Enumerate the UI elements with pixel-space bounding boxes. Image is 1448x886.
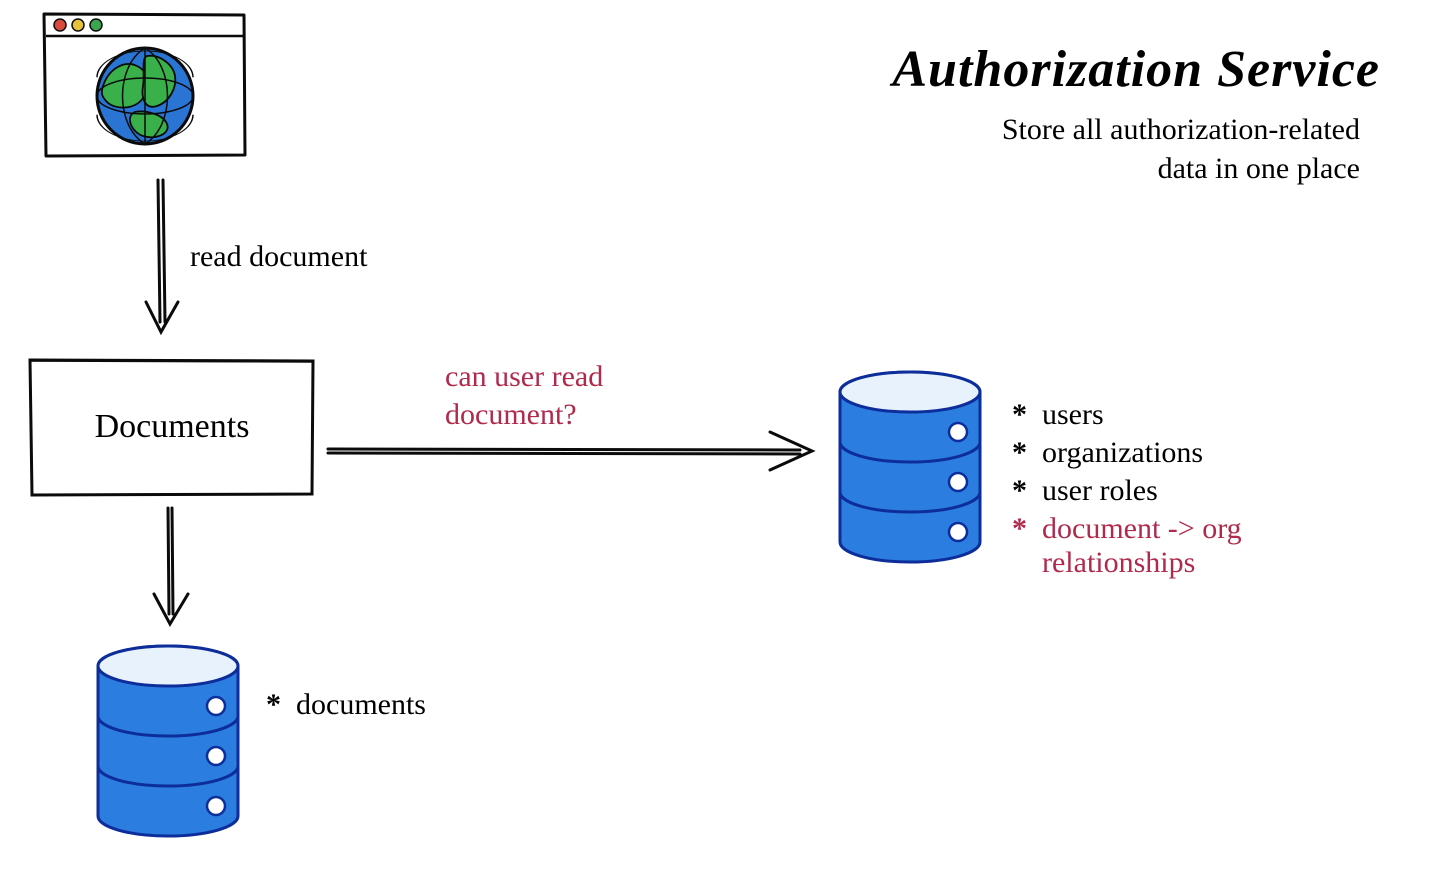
bullet-user-roles-text: user roles [1042, 474, 1158, 508]
arrow-browser-to-docs [146, 180, 178, 332]
bullet-organizations: * organizations [1012, 436, 1392, 470]
local-db-bullets: * documents [266, 688, 426, 726]
diagram-stage: Authorization Service Store all authoriz… [0, 0, 1448, 886]
bullet-doc-org: * document -> org relationships [1012, 512, 1392, 580]
bullet-doc-org-text: document -> org relationships [1042, 512, 1242, 580]
bullet-doc-org-line2: relationships [1042, 546, 1195, 579]
authz-db-icon [840, 372, 980, 562]
asterisk-icon: * [266, 688, 286, 722]
documents-box-label: Documents [32, 408, 312, 446]
asterisk-icon: * [1012, 436, 1032, 470]
local-db-icon [98, 646, 238, 836]
subtitle-line-1: Store all authorization-related [1002, 113, 1360, 146]
authz-db-bullets: * users * organizations * user roles * d… [1012, 398, 1392, 584]
diagram-title: Authorization Service [620, 40, 1380, 99]
arrow-docs-to-localdb [154, 508, 188, 624]
bullet-users: * users [1012, 398, 1392, 432]
asterisk-icon: * [1012, 512, 1032, 546]
bullet-user-roles: * user roles [1012, 474, 1392, 508]
label-can-read-line2: document? [445, 398, 577, 433]
diagram-subtitle: Store all authorization-related data in … [720, 110, 1360, 188]
browser-icon [44, 14, 245, 156]
bullet-documents: * documents [266, 688, 426, 722]
arrow-docs-to-authz [328, 432, 812, 470]
label-read-document: read document [190, 240, 367, 275]
bullet-doc-org-line1: document -> org [1042, 512, 1242, 545]
subtitle-line-2: data in one place [1158, 152, 1360, 185]
asterisk-icon: * [1012, 398, 1032, 432]
bullet-users-text: users [1042, 398, 1104, 432]
asterisk-icon: * [1012, 474, 1032, 508]
label-can-read-line1: can user read [445, 360, 603, 395]
bullet-organizations-text: organizations [1042, 436, 1203, 470]
bullet-documents-text: documents [296, 688, 426, 722]
